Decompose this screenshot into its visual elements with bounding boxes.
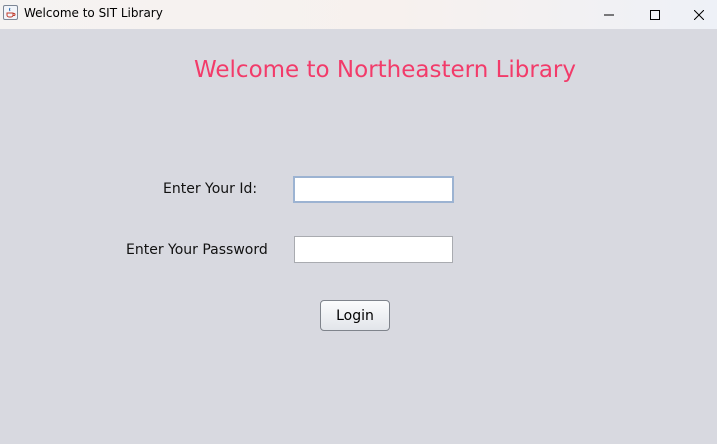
- java-app-icon: [3, 5, 18, 20]
- maximize-button[interactable]: [632, 0, 678, 29]
- login-window: Welcome to SIT Library Welcome to Northe…: [0, 0, 717, 444]
- window-title: Welcome to SIT Library: [24, 6, 163, 20]
- id-input[interactable]: [293, 176, 454, 203]
- maximize-icon: [650, 9, 660, 20]
- minimize-button[interactable]: [586, 0, 632, 29]
- password-label: Enter Your Password: [126, 242, 268, 258]
- title-bar: Welcome to SIT Library: [0, 0, 717, 29]
- page-heading: Welcome to Northeastern Library: [194, 57, 577, 83]
- id-label: Enter Your Id:: [163, 181, 258, 197]
- password-input[interactable]: [294, 236, 453, 263]
- close-button[interactable]: [676, 0, 717, 29]
- minimize-icon: [604, 14, 614, 15]
- login-button[interactable]: Login: [320, 300, 390, 331]
- close-icon: [694, 9, 704, 20]
